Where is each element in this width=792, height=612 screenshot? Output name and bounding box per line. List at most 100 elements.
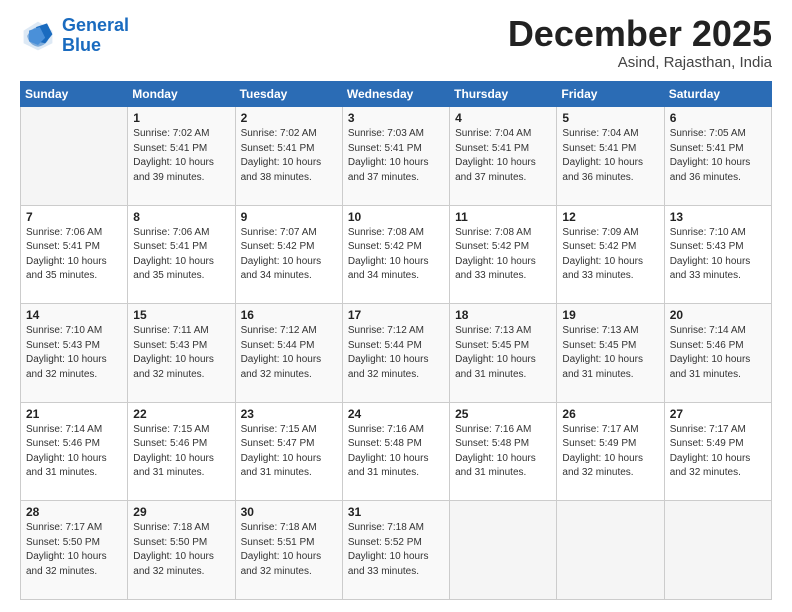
day-number: 2 [241, 111, 337, 125]
day-number: 18 [455, 308, 551, 322]
cell-info: Sunrise: 7:16 AMSunset: 5:48 PMDaylight:… [455, 423, 551, 481]
day-number: 23 [241, 407, 337, 421]
calendar-table: SundayMondayTuesdayWednesdayThursdayFrid… [20, 81, 772, 600]
day-number: 24 [348, 407, 444, 421]
day-number: 27 [670, 407, 766, 421]
calendar-cell: 22Sunrise: 7:15 AMSunset: 5:46 PMDayligh… [128, 402, 235, 501]
calendar-cell [21, 107, 128, 206]
calendar-cell [450, 501, 557, 600]
day-number: 14 [26, 308, 122, 322]
calendar-cell: 19Sunrise: 7:13 AMSunset: 5:45 PMDayligh… [557, 304, 664, 403]
header-row: SundayMondayTuesdayWednesdayThursdayFrid… [21, 82, 772, 107]
week-row-4: 28Sunrise: 7:17 AMSunset: 5:50 PMDayligh… [21, 501, 772, 600]
cell-info: Sunrise: 7:06 AMSunset: 5:41 PMDaylight:… [26, 226, 122, 284]
calendar-cell: 7Sunrise: 7:06 AMSunset: 5:41 PMDaylight… [21, 205, 128, 304]
day-number: 29 [133, 505, 229, 519]
day-number: 21 [26, 407, 122, 421]
cell-info: Sunrise: 7:12 AMSunset: 5:44 PMDaylight:… [348, 324, 444, 382]
cell-info: Sunrise: 7:15 AMSunset: 5:47 PMDaylight:… [241, 423, 337, 481]
logo: General Blue [20, 16, 129, 56]
calendar-header: SundayMondayTuesdayWednesdayThursdayFrid… [21, 82, 772, 107]
day-number: 31 [348, 505, 444, 519]
week-row-1: 7Sunrise: 7:06 AMSunset: 5:41 PMDaylight… [21, 205, 772, 304]
cell-info: Sunrise: 7:18 AMSunset: 5:52 PMDaylight:… [348, 521, 444, 579]
week-row-0: 1 Sunrise: 7:02 AMSunset: 5:41 PMDaylight… [21, 107, 772, 206]
day-number: 10 [348, 210, 444, 224]
day-number: 30 [241, 505, 337, 519]
calendar-cell: 28Sunrise: 7:17 AMSunset: 5:50 PMDayligh… [21, 501, 128, 600]
cell-info: Sunrise: 7:05 AMSunset: 5:41 PMDaylight:… [670, 127, 766, 185]
cell-info: Sunrise: 7:02 AMSunset: 5:41 PMDaylight:… [241, 127, 337, 185]
calendar-cell: 16Sunrise: 7:12 AMSunset: 5:44 PMDayligh… [235, 304, 342, 403]
calendar-cell: 8 Sunrise: 7:06 AMSunset: 5:41 PMDaylight… [128, 205, 235, 304]
calendar-cell: 2 Sunrise: 7:02 AMSunset: 5:41 PMDaylight… [235, 107, 342, 206]
calendar-cell: 20Sunrise: 7:14 AMSunset: 5:46 PMDayligh… [664, 304, 771, 403]
calendar-cell: 23 Sunrise: 7:15 AMSunset: 5:47 PMDayligh… [235, 402, 342, 501]
cell-info: Sunrise: 7:06 AMSunset: 5:41 PMDaylight:… [133, 226, 229, 284]
header-cell-monday: Monday [128, 82, 235, 107]
calendar-cell: 26 Sunrise: 7:17 AMSunset: 5:49 PMDayligh… [557, 402, 664, 501]
calendar-cell: 3Sunrise: 7:03 AMSunset: 5:41 PMDaylight… [342, 107, 449, 206]
header-cell-saturday: Saturday [664, 82, 771, 107]
cell-info: Sunrise: 7:17 AMSunset: 5:49 PMDaylight:… [562, 423, 658, 481]
cell-info: Sunrise: 7:14 AMSunset: 5:46 PMDaylight:… [26, 423, 122, 481]
logo-line1: General [62, 15, 129, 35]
cell-info: Sunrise: 7:13 AMSunset: 5:45 PMDaylight:… [562, 324, 658, 382]
calendar-cell: 15Sunrise: 7:11 AMSunset: 5:43 PMDayligh… [128, 304, 235, 403]
week-row-3: 21 Sunrise: 7:14 AMSunset: 5:46 PMDayligh… [21, 402, 772, 501]
cell-info: Sunrise: 7:07 AMSunset: 5:42 PMDaylight:… [241, 226, 337, 284]
cell-info: Sunrise: 7:17 AMSunset: 5:49 PMDaylight:… [670, 423, 766, 481]
cell-info: Sunrise: 7:04 AMSunset: 5:41 PMDaylight:… [562, 127, 658, 185]
calendar-cell: 6 Sunrise: 7:05 AMSunset: 5:41 PMDaylight… [664, 107, 771, 206]
header-cell-tuesday: Tuesday [235, 82, 342, 107]
calendar-cell: 30Sunrise: 7:18 AMSunset: 5:51 PMDayligh… [235, 501, 342, 600]
calendar-cell: 24 Sunrise: 7:16 AMSunset: 5:48 PMDayligh… [342, 402, 449, 501]
header: General Blue December 2025 Asind, Rajast… [20, 16, 772, 71]
calendar-cell: 13 Sunrise: 7:10 AMSunset: 5:43 PMDayligh… [664, 205, 771, 304]
day-number: 1 [133, 111, 229, 125]
cell-info: Sunrise: 7:14 AMSunset: 5:46 PMDaylight:… [670, 324, 766, 382]
day-number: 22 [133, 407, 229, 421]
calendar-cell: 27 Sunrise: 7:17 AMSunset: 5:49 PMDayligh… [664, 402, 771, 501]
day-number: 6 [670, 111, 766, 125]
calendar-cell: 21 Sunrise: 7:14 AMSunset: 5:46 PMDayligh… [21, 402, 128, 501]
cell-info: Sunrise: 7:08 AMSunset: 5:42 PMDaylight:… [455, 226, 551, 284]
calendar-cell: 5Sunrise: 7:04 AMSunset: 5:41 PMDaylight… [557, 107, 664, 206]
title-block: December 2025 Asind, Rajasthan, India [508, 16, 772, 71]
cell-info: Sunrise: 7:13 AMSunset: 5:45 PMDaylight:… [455, 324, 551, 382]
calendar-cell [664, 501, 771, 600]
day-number: 3 [348, 111, 444, 125]
calendar-cell: 29Sunrise: 7:18 AMSunset: 5:50 PMDayligh… [128, 501, 235, 600]
calendar-cell: 12 Sunrise: 7:09 AMSunset: 5:42 PMDayligh… [557, 205, 664, 304]
day-number: 9 [241, 210, 337, 224]
page: General Blue December 2025 Asind, Rajast… [0, 0, 792, 612]
day-number: 26 [562, 407, 658, 421]
calendar-subtitle: Asind, Rajasthan, India [508, 54, 772, 71]
calendar-cell: 9 Sunrise: 7:07 AMSunset: 5:42 PMDaylight… [235, 205, 342, 304]
cell-info: Sunrise: 7:10 AMSunset: 5:43 PMDaylight:… [26, 324, 122, 382]
header-cell-wednesday: Wednesday [342, 82, 449, 107]
day-number: 13 [670, 210, 766, 224]
cell-info: Sunrise: 7:16 AMSunset: 5:48 PMDaylight:… [348, 423, 444, 481]
cell-info: Sunrise: 7:10 AMSunset: 5:43 PMDaylight:… [670, 226, 766, 284]
header-cell-thursday: Thursday [450, 82, 557, 107]
day-number: 16 [241, 308, 337, 322]
calendar-cell: 10Sunrise: 7:08 AMSunset: 5:42 PMDayligh… [342, 205, 449, 304]
day-number: 12 [562, 210, 658, 224]
calendar-cell: 14 Sunrise: 7:10 AMSunset: 5:43 PMDayligh… [21, 304, 128, 403]
calendar-cell: 18 Sunrise: 7:13 AMSunset: 5:45 PMDayligh… [450, 304, 557, 403]
calendar-cell: 1Sunrise: 7:02 AMSunset: 5:41 PMDaylight… [128, 107, 235, 206]
cell-info: Sunrise: 7:17 AMSunset: 5:50 PMDaylight:… [26, 521, 122, 579]
calendar-cell [557, 501, 664, 600]
day-number: 4 [455, 111, 551, 125]
day-number: 17 [348, 308, 444, 322]
calendar-cell: 17 Sunrise: 7:12 AMSunset: 5:44 PMDayligh… [342, 304, 449, 403]
calendar-cell: 31 Sunrise: 7:18 AMSunset: 5:52 PMDayligh… [342, 501, 449, 600]
header-cell-sunday: Sunday [21, 82, 128, 107]
cell-info: Sunrise: 7:09 AMSunset: 5:42 PMDaylight:… [562, 226, 658, 284]
calendar-cell: 4Sunrise: 7:04 AMSunset: 5:41 PMDaylight… [450, 107, 557, 206]
day-number: 8 [133, 210, 229, 224]
header-cell-friday: Friday [557, 82, 664, 107]
cell-info: Sunrise: 7:11 AMSunset: 5:43 PMDaylight:… [133, 324, 229, 382]
logo-icon [20, 18, 56, 54]
